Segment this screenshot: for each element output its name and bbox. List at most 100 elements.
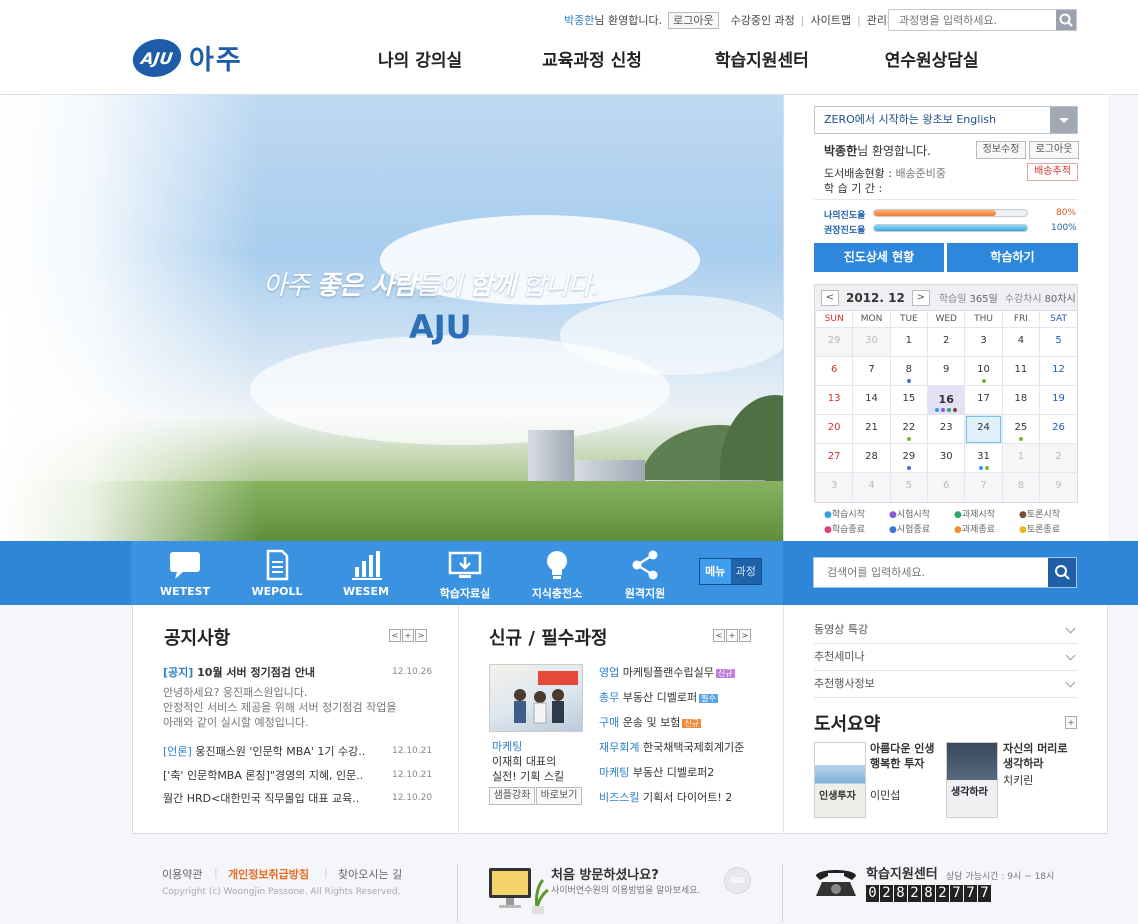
quick-wepoll[interactable]: WEPOLL (237, 549, 317, 598)
quick-wetest[interactable]: WETEST (145, 549, 225, 598)
footer-link-terms[interactable]: 이용약관 (162, 866, 202, 882)
util-link-sitemap[interactable]: 사이트맵 (811, 12, 851, 28)
search-button[interactable] (1056, 10, 1076, 30)
calendar-day[interactable]: 6 (927, 472, 965, 502)
calendar-day-selected[interactable]: 16 (927, 385, 965, 415)
next-button[interactable]: > (415, 629, 427, 642)
nav-counseling[interactable]: 연수원상담실 (885, 46, 979, 71)
calendar-day[interactable]: 15 (889, 385, 928, 415)
nav-support-center[interactable]: 학습지원센터 (715, 46, 809, 71)
accordion-events[interactable]: 추천행사정보 (814, 671, 1078, 698)
prev-month-button[interactable]: < (821, 289, 839, 306)
course-thumbnail[interactable] (489, 664, 583, 732)
calendar-day[interactable]: 4 (1001, 327, 1040, 357)
keyword-search-input[interactable] (814, 558, 1044, 587)
calendar-day-today[interactable]: 24 (964, 414, 1003, 444)
calendar-day[interactable]: 17 (964, 385, 1003, 415)
calendar-day[interactable]: 30 (852, 327, 891, 357)
calendar-day[interactable]: 21 (852, 414, 891, 444)
book-title[interactable]: 자신의 머리로 생각하라 (1003, 741, 1075, 771)
site-logo[interactable]: AJU 아주 (130, 38, 243, 77)
calendar-day[interactable]: 13 (814, 385, 853, 415)
quick-remote-support[interactable]: 원격지원 (605, 549, 685, 601)
course-item[interactable]: 재무회계 한국채택국제회계기준 (599, 739, 744, 755)
prev-button[interactable]: < (389, 629, 401, 642)
calendar-day[interactable]: 5 (1039, 327, 1077, 357)
calendar-day[interactable]: 19 (1039, 385, 1077, 415)
toggle-menu[interactable]: 메뉴 (700, 559, 731, 584)
footer-link-privacy[interactable]: 개인정보취급방침 (228, 866, 309, 882)
calendar-day[interactable]: 30 (927, 443, 965, 473)
calendar-day[interactable]: 25 (1001, 414, 1040, 444)
book-title[interactable]: 아름다운 인생 행복한 투자 (870, 741, 940, 771)
calendar-day[interactable]: 28 (852, 443, 891, 473)
calendar-day[interactable]: 31 (964, 443, 1003, 473)
nav-my-classroom[interactable]: 나의 강의실 (378, 46, 462, 71)
next-button[interactable]: > (739, 629, 751, 642)
calendar-day[interactable]: 2 (1039, 443, 1077, 473)
more-button[interactable]: + (1065, 716, 1077, 729)
calendar-day[interactable]: 12 (1039, 356, 1077, 386)
quick-knowledge[interactable]: 지식충전소 (517, 549, 597, 601)
more-button[interactable]: + (402, 629, 414, 642)
panel-logout-button[interactable]: 로그아웃 (1029, 141, 1079, 159)
calendar-day[interactable]: 1 (1001, 443, 1040, 473)
calendar-day[interactable]: 7 (852, 356, 891, 386)
calendar-day[interactable]: 5 (889, 472, 928, 502)
next-month-button[interactable]: > (911, 289, 930, 306)
calendar-day[interactable]: 9 (1039, 472, 1077, 502)
calendar-day[interactable]: 10 (964, 356, 1003, 386)
calendar-day[interactable]: 2 (927, 327, 965, 357)
calendar-day[interactable]: 7 (964, 472, 1003, 502)
calendar-day[interactable]: 18 (1001, 385, 1040, 415)
logout-button[interactable]: 로그아웃 (668, 11, 719, 29)
go-button[interactable]: GO (724, 867, 751, 894)
progress-detail-button[interactable]: 진도상세 현황 (814, 243, 944, 272)
accordion-video-lecture[interactable]: 동영상 특강 (814, 617, 1078, 644)
calendar-day[interactable]: 8 (1001, 472, 1040, 502)
calendar-day[interactable]: 6 (814, 356, 853, 386)
calendar-day[interactable]: 11 (1001, 356, 1040, 386)
calendar-day[interactable]: 20 (814, 414, 853, 444)
more-button[interactable]: + (726, 629, 738, 642)
notice-item[interactable]: ['축' 인문학MBA 론칭]"경영의 지혜, 인문.. (163, 767, 363, 783)
calendar-day[interactable]: 26 (1039, 414, 1077, 444)
calendar-day[interactable]: 8 (889, 356, 928, 386)
track-delivery-button[interactable]: 배송추적 (1027, 163, 1078, 181)
course-item[interactable]: 총무 부동산 디벨로퍼 필수 (599, 689, 718, 705)
calendar-day[interactable]: 29 (814, 327, 853, 357)
nav-course-apply[interactable]: 교육과정 신청 (542, 46, 642, 71)
quick-resources[interactable]: 학습자료실 (425, 549, 505, 601)
course-search-input[interactable] (889, 10, 1055, 30)
notice-featured-title[interactable]: [공지] 10월 서버 정기점검 안내 (163, 664, 315, 680)
course-item[interactable]: 비즈스킬 기획서 다이어트! 2 (599, 789, 732, 805)
book-cover[interactable]: 인생투자 (814, 742, 866, 818)
view-now-button[interactable]: 바로보기 (536, 787, 582, 805)
course-item[interactable]: 구매 운송 및 보험 신규 (599, 714, 702, 730)
notice-item[interactable]: [언론] 웅진패스원 '인문학 MBA' 1기 수강.. (163, 743, 365, 759)
book-cover[interactable]: 생각하라 (946, 742, 998, 818)
accordion-seminar[interactable]: 추천세미나 (814, 644, 1078, 671)
chevron-down-icon[interactable] (1050, 107, 1077, 133)
toggle-course[interactable]: 과정 (731, 559, 762, 584)
calendar-day[interactable]: 22 (889, 414, 928, 444)
course-select[interactable]: ZERO에서 시작하는 왕초보 English (814, 106, 1078, 134)
course-item[interactable]: 마케팅 부동산 디벨로퍼2 (599, 764, 714, 780)
calendar-day[interactable]: 27 (814, 443, 853, 473)
quick-wesem[interactable]: WESEM (326, 549, 406, 598)
calendar-day[interactable]: 9 (927, 356, 965, 386)
course-item[interactable]: 영업 마케팅플랜수립실무 신규 (599, 664, 735, 680)
notice-item[interactable]: 월간 HRD<대한민국 직무몰입 대표 교육.. (163, 790, 359, 806)
edit-info-button[interactable]: 정보수정 (976, 141, 1026, 159)
calendar-day[interactable]: 14 (852, 385, 891, 415)
keyword-search-button[interactable] (1048, 558, 1076, 587)
calendar-day[interactable]: 3 (814, 472, 853, 502)
start-learning-button[interactable]: 학습하기 (947, 243, 1078, 272)
sample-lecture-button[interactable]: 샘플강좌 (489, 787, 535, 805)
calendar-day[interactable]: 1 (889, 327, 928, 357)
calendar-day[interactable]: 4 (852, 472, 891, 502)
footer-link-directions[interactable]: 찾아오시는 길 (338, 866, 402, 882)
calendar-day[interactable]: 29 (889, 443, 928, 473)
prev-button[interactable]: < (713, 629, 725, 642)
calendar-day[interactable]: 3 (964, 327, 1003, 357)
